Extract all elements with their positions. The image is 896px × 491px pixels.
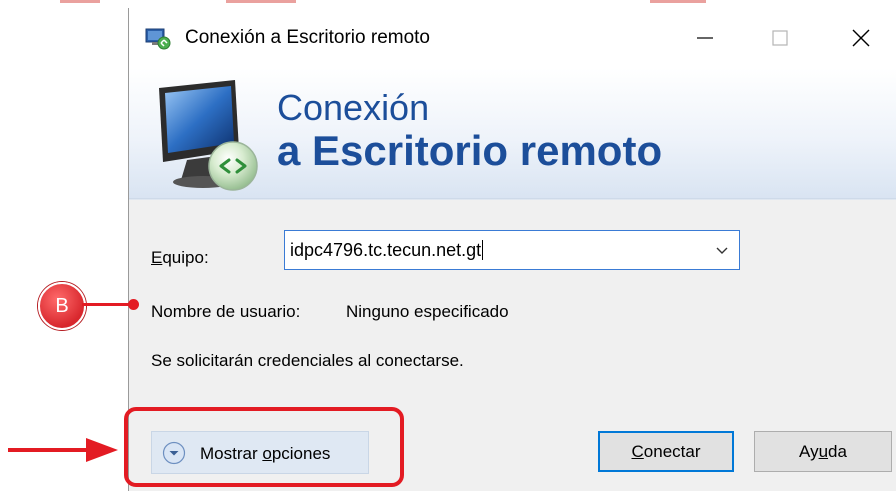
window-title: Conexión a Escritorio remoto	[185, 27, 430, 48]
close-button[interactable]	[838, 18, 884, 58]
background-red-line	[650, 0, 706, 3]
annotation-highlight-box	[124, 407, 404, 487]
help-button[interactable]: Ay u da	[754, 431, 892, 472]
remote-desktop-app-icon	[145, 28, 171, 50]
banner-title-line1: Conexión	[277, 87, 430, 128]
annotation-pointer-dot	[128, 299, 139, 310]
minimize-button[interactable]	[682, 18, 728, 58]
background-page	[0, 0, 128, 491]
banner-title-line2: a Escritorio remoto	[277, 127, 663, 174]
text-caret	[482, 240, 484, 260]
minimize-icon	[697, 37, 713, 39]
title-bar[interactable]: Conexión a Escritorio remoto	[129, 8, 896, 68]
computer-input[interactable]: idpc4796.tc.tecun.net.gt	[290, 240, 484, 261]
banner-divider	[129, 198, 896, 200]
connect-button[interactable]: Conectar	[598, 431, 734, 472]
background-red-line	[226, 0, 296, 3]
credentials-note: Se solicitarán credenciales al conectars…	[151, 351, 464, 370]
chevron-down-icon[interactable]	[715, 243, 729, 257]
annotation-pointer-line	[82, 303, 134, 306]
close-icon	[852, 29, 870, 47]
maximize-icon	[772, 30, 788, 46]
username-label: Nombre de usuario:	[151, 302, 301, 321]
annotation-arrow-icon	[8, 438, 118, 462]
remote-desktop-monitor-icon	[159, 80, 258, 191]
maximize-button[interactable]	[757, 18, 803, 58]
computer-combobox[interactable]: idpc4796.tc.tecun.net.gt	[284, 230, 740, 270]
annotation-marker: B	[38, 282, 86, 330]
username-value: Ninguno especificado	[346, 302, 509, 321]
banner: Conexión a Escritorio remoto	[129, 68, 896, 198]
background-red-line	[60, 0, 100, 3]
computer-label: Equipo:	[151, 248, 209, 267]
